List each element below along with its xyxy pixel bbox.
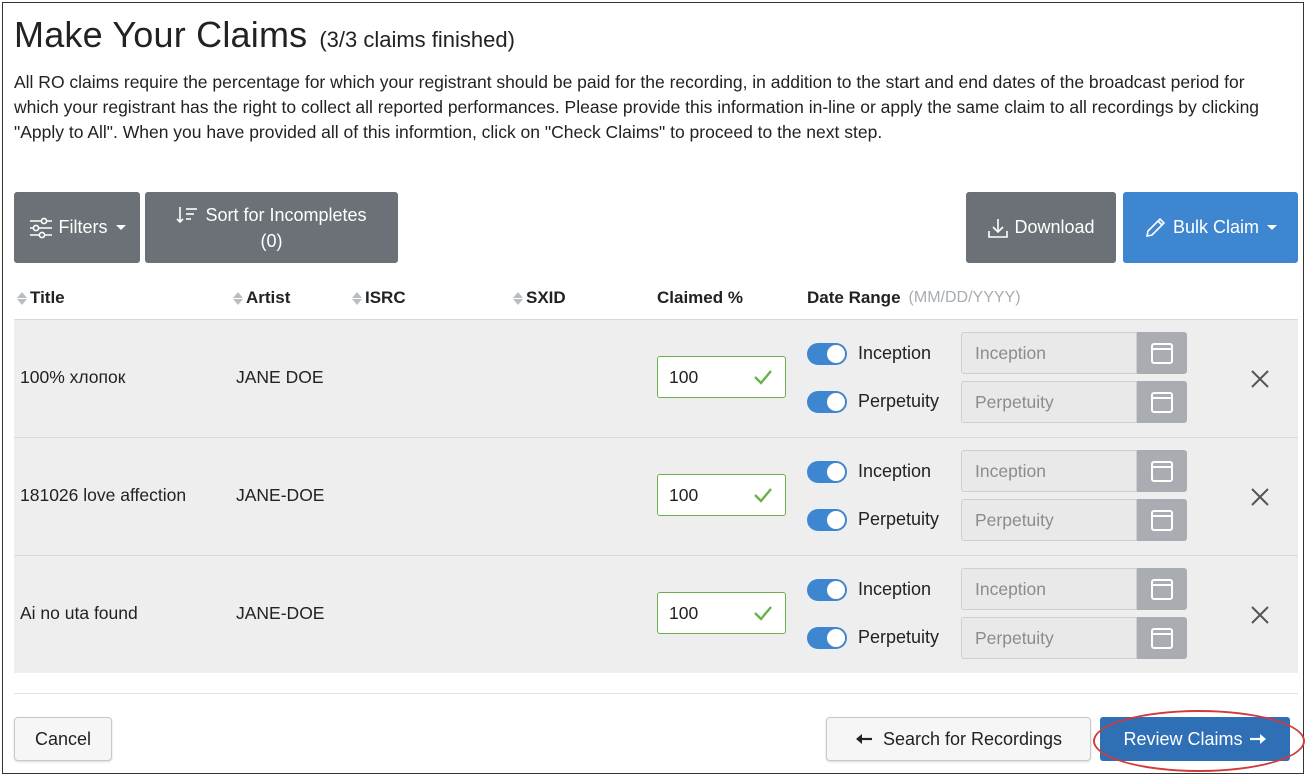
download-label: Download: [1014, 217, 1095, 237]
end-date-calendar-button[interactable]: [1137, 617, 1187, 659]
instructions-text: All RO claims require the percentage for…: [14, 72, 1260, 142]
column-header-isrc[interactable]: ISRC: [352, 288, 406, 308]
table-row: 181026 love affection JANE-DOE 100 Incep…: [14, 437, 1298, 555]
pencil-icon: [1145, 217, 1166, 237]
recording-title: 100% хлопок: [20, 367, 126, 387]
cancel-label: Cancel: [34, 728, 92, 749]
calendar-icon: [1151, 628, 1173, 649]
footer-divider: [14, 693, 1298, 694]
close-icon[interactable]: [1251, 488, 1269, 506]
inception-toggle-label: Inception: [858, 579, 932, 599]
table-header: Title Artist ISRC SXID Claimed % Date Ra…: [14, 288, 1298, 318]
incomplete-count: (0): [260, 230, 283, 251]
perpetuity-toggle-label: Perpetuity: [858, 391, 940, 411]
claimed-percent-input[interactable]: 100: [657, 474, 786, 516]
calendar-icon: [1151, 461, 1173, 482]
recording-artist: JANE-DOE: [236, 603, 325, 623]
arrow-right-icon: [1249, 734, 1266, 744]
recording-title: Ai no uta found: [20, 603, 138, 623]
perpetuity-toggle[interactable]: [807, 391, 847, 413]
start-date-calendar-button[interactable]: [1137, 450, 1187, 492]
page-title: Make Your Claims: [14, 14, 308, 55]
perpetuity-toggle-label: Perpetuity: [858, 627, 940, 647]
bulk-claim-label: Bulk Claim: [1172, 217, 1260, 237]
sort-label: Sort for Incompletes: [205, 204, 367, 225]
sort-icon: [513, 291, 523, 305]
sort-icon: [17, 291, 27, 305]
end-date-input[interactable]: Perpetuity: [961, 381, 1137, 423]
recording-artist: JANE-DOE: [236, 485, 325, 505]
filters-button[interactable]: Filters: [14, 192, 140, 263]
chevron-down-icon: [1267, 225, 1278, 230]
perpetuity-toggle-label: Perpetuity: [858, 509, 940, 529]
checkmark-icon: [754, 370, 772, 385]
review-claims-label: Review Claims: [1123, 728, 1243, 749]
start-date-input[interactable]: Inception: [961, 450, 1137, 492]
inception-toggle-label: Inception: [858, 343, 932, 363]
table-row: 100% хлопок JANE DOE 100 Inception Incep…: [14, 319, 1298, 437]
inception-toggle-label: Inception: [858, 461, 932, 481]
calendar-icon: [1151, 510, 1173, 531]
sort-icon: [233, 291, 243, 305]
sort-icon: [352, 291, 362, 305]
perpetuity-toggle[interactable]: [807, 509, 847, 531]
date-format-hint: (MM/DD/YYYY): [908, 289, 1021, 306]
calendar-icon: [1151, 343, 1173, 364]
arrow-left-icon: [855, 734, 872, 744]
table-row: Ai no uta found JANE-DOE 100 Inception I…: [14, 555, 1298, 673]
bulk-claim-button[interactable]: Bulk Claim: [1123, 192, 1298, 263]
end-date-calendar-button[interactable]: [1137, 499, 1187, 541]
column-header-title[interactable]: Title: [17, 288, 65, 308]
inception-toggle[interactable]: [807, 461, 847, 483]
claimed-percent-input[interactable]: 100: [657, 592, 786, 634]
calendar-icon: [1151, 392, 1173, 413]
recording-artist: JANE DOE: [236, 367, 324, 387]
sort-descending-icon: [176, 206, 198, 223]
end-date-input[interactable]: Perpetuity: [961, 499, 1137, 541]
end-date-calendar-button[interactable]: [1137, 381, 1187, 423]
column-header-sxid[interactable]: SXID: [513, 288, 566, 308]
checkmark-icon: [754, 606, 772, 621]
column-header-artist[interactable]: Artist: [233, 288, 290, 308]
sliders-icon: [29, 217, 52, 238]
download-button[interactable]: Download: [966, 192, 1116, 263]
search-recordings-label: Search for Recordings: [882, 728, 1063, 749]
claimed-percent-input[interactable]: 100: [657, 356, 786, 398]
start-date-input[interactable]: Inception: [961, 568, 1137, 610]
perpetuity-toggle[interactable]: [807, 627, 847, 649]
column-header-claimed: Claimed %: [657, 288, 743, 307]
calendar-icon: [1151, 579, 1173, 600]
column-header-date-range: Date Range (MM/DD/YYYY): [807, 288, 1021, 307]
start-date-input[interactable]: Inception: [961, 332, 1137, 374]
claims-progress: (3/3 claims finished): [319, 27, 515, 52]
start-date-calendar-button[interactable]: [1137, 332, 1187, 374]
search-recordings-button[interactable]: Search for Recordings: [826, 717, 1091, 761]
end-date-input[interactable]: Perpetuity: [961, 617, 1137, 659]
inception-toggle[interactable]: [807, 579, 847, 601]
inception-toggle[interactable]: [807, 343, 847, 365]
sort-incompletes-button[interactable]: Sort for Incompletes (0): [145, 192, 398, 263]
start-date-calendar-button[interactable]: [1137, 568, 1187, 610]
cancel-button[interactable]: Cancel: [14, 717, 112, 761]
recording-title: 181026 love affection: [20, 485, 187, 505]
download-icon: [988, 218, 1009, 238]
close-icon[interactable]: [1251, 606, 1269, 624]
review-claims-button[interactable]: Review Claims: [1100, 717, 1290, 761]
chevron-down-icon: [115, 225, 126, 230]
page-header: Make Your Claims (3/3 claims finished): [14, 14, 515, 56]
close-icon[interactable]: [1251, 370, 1269, 388]
checkmark-icon: [754, 488, 772, 503]
filters-label: Filters: [58, 217, 108, 237]
